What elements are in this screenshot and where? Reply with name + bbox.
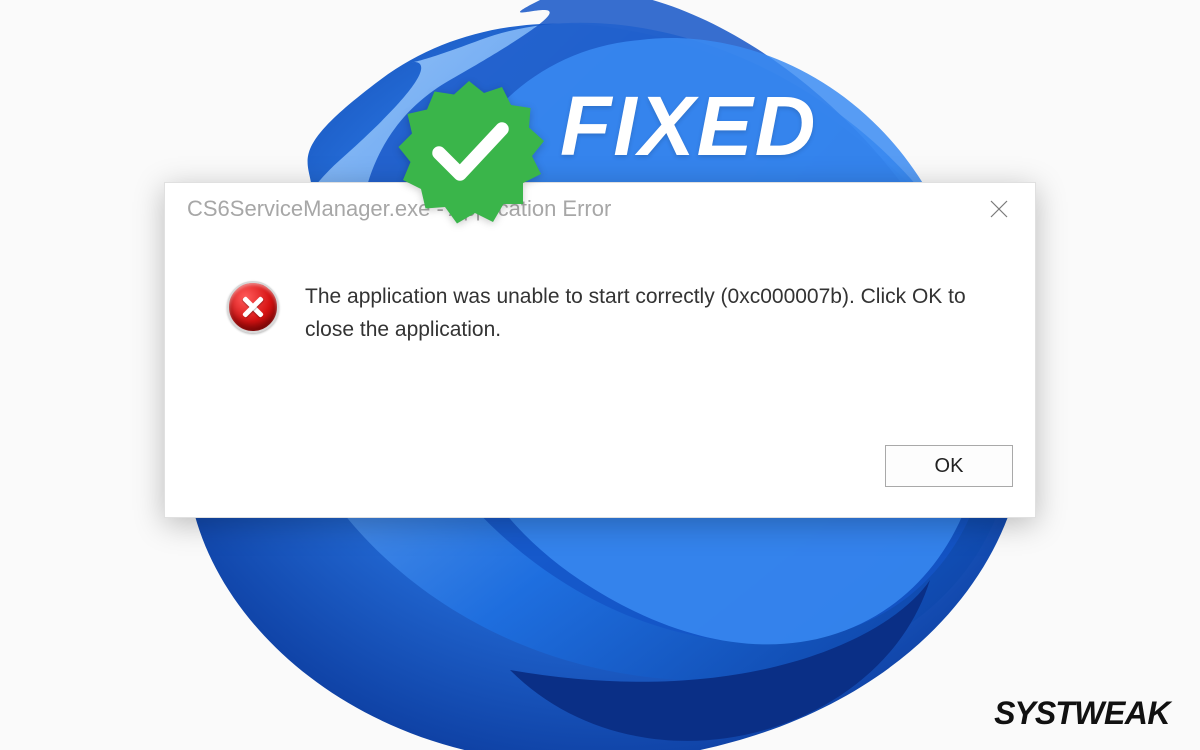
dialog-title: CS6ServiceManager.exe - Application Erro… (187, 196, 977, 222)
dialog-footer: OK (165, 433, 1035, 517)
ok-button[interactable]: OK (885, 445, 1013, 487)
error-icon (227, 281, 279, 333)
brand-sys: SYS (994, 695, 1055, 731)
dialog-titlebar[interactable]: CS6ServiceManager.exe - Application Erro… (165, 183, 1035, 235)
dialog-body: The application was unable to start corr… (165, 235, 1035, 433)
close-icon (990, 200, 1008, 218)
error-dialog: CS6ServiceManager.exe - Application Erro… (164, 182, 1036, 518)
dialog-message: The application was unable to start corr… (305, 281, 985, 346)
check-icon (394, 78, 544, 228)
systweak-logo: SYSTWEAK (994, 695, 1170, 732)
brand-tweak: TWEAK (1055, 695, 1170, 731)
close-button[interactable] (977, 187, 1021, 231)
fixed-overlay-text: FIXED (560, 78, 817, 175)
fixed-badge (394, 78, 544, 228)
